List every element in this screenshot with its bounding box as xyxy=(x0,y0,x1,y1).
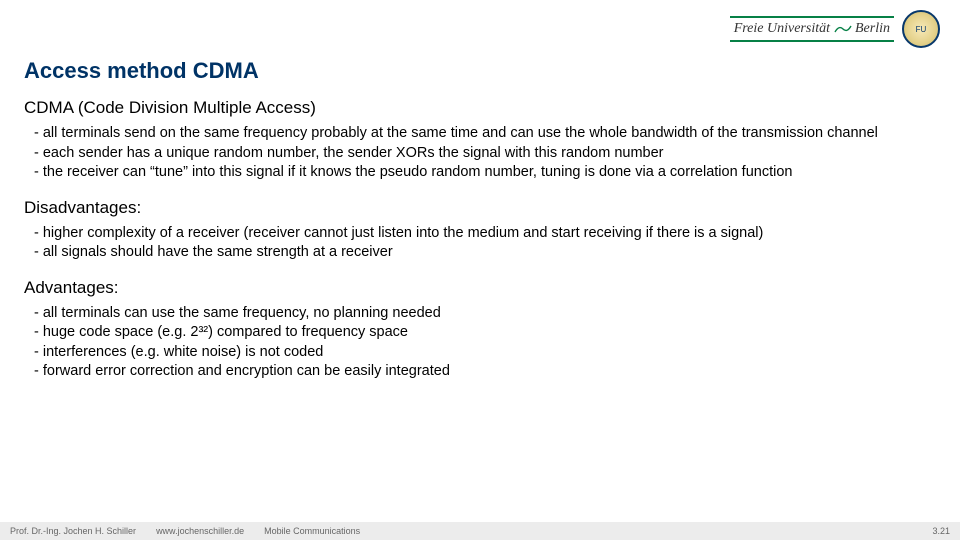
footer-course: Mobile Communications xyxy=(264,526,360,536)
slide-content: Access method CDMA CDMA (Code Division M… xyxy=(24,58,936,397)
footer-author: Prof. Dr.-Ing. Jochen H. Schiller xyxy=(10,526,136,536)
seal-icon: FU xyxy=(902,10,940,48)
list-item: forward error correction and encryption … xyxy=(34,362,936,381)
list-item: all terminals can use the same frequency… xyxy=(34,304,936,323)
bullet-list: all terminals send on the same frequency… xyxy=(24,124,936,182)
section-heading-cdma: CDMA (Code Division Multiple Access) xyxy=(24,98,936,118)
bullet-list: higher complexity of a receiver (receive… xyxy=(24,224,936,262)
slide-title: Access method CDMA xyxy=(24,58,936,84)
logo-flourish-icon xyxy=(834,24,852,34)
bullet-list: all terminals can use the same frequency… xyxy=(24,304,936,381)
section-heading-advantages: Advantages: xyxy=(24,278,936,298)
list-item: all terminals send on the same frequency… xyxy=(34,124,936,143)
logo-suffix: Berlin xyxy=(855,21,890,36)
section-heading-disadvantages: Disadvantages: xyxy=(24,198,936,218)
list-item: huge code space (e.g. 2³²) compared to f… xyxy=(34,323,936,342)
list-item: higher complexity of a receiver (receive… xyxy=(34,224,936,243)
footer-page-number: 3.21 xyxy=(932,526,950,536)
footer-url: www.jochenschiller.de xyxy=(156,526,244,536)
list-item: the receiver can “tune” into this signal… xyxy=(34,163,936,182)
list-item: all signals should have the same strengt… xyxy=(34,243,936,262)
list-item: interferences (e.g. white noise) is not … xyxy=(34,343,936,362)
list-item: each sender has a unique random number, … xyxy=(34,144,936,163)
university-logo: Freie Universität Berlin FU xyxy=(730,10,940,48)
slide-footer: Prof. Dr.-Ing. Jochen H. Schiller www.jo… xyxy=(0,522,960,540)
logo-name: Freie Universität xyxy=(734,21,830,36)
logo-text: Freie Universität Berlin xyxy=(730,16,894,42)
